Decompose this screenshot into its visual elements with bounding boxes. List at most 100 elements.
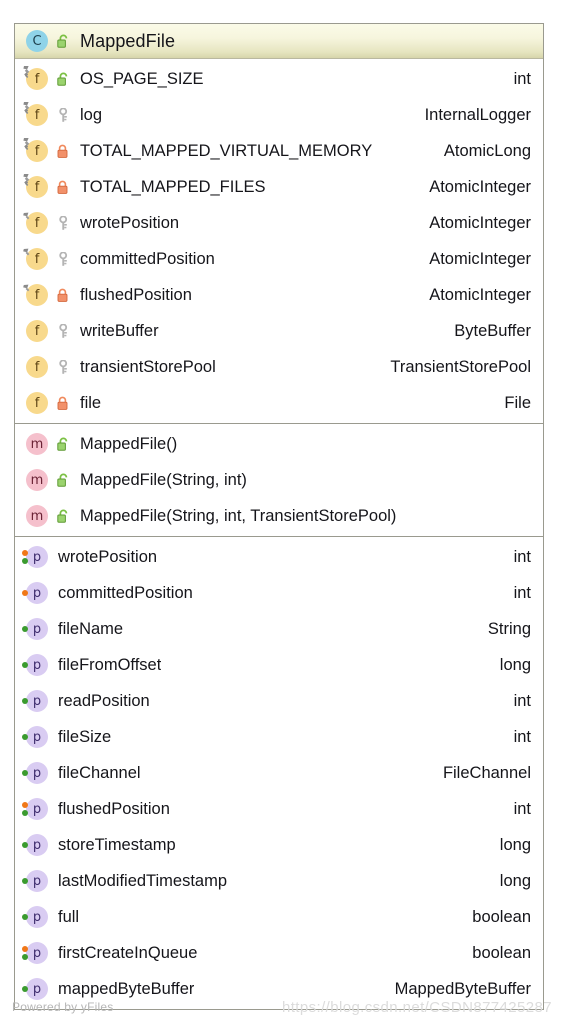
- property-row[interactable]: p readPosition int: [15, 683, 543, 719]
- accessor-dots: [22, 943, 29, 963]
- property-row[interactable]: p full boolean: [15, 899, 543, 935]
- property-row[interactable]: p lastModifiedTimestamp long: [15, 863, 543, 899]
- class-header[interactable]: C MappedFile: [15, 24, 543, 59]
- getter-dot-icon: [22, 770, 28, 776]
- property-type: FileChannel: [442, 763, 531, 782]
- method-row[interactable]: m MappedFile(String, int): [15, 462, 543, 498]
- accessor-dots: [22, 583, 29, 603]
- uml-class-node[interactable]: C MappedFile f OS_PAGE_SIZE int f log Interna…: [14, 23, 544, 1010]
- property-row[interactable]: p committedPosition int: [15, 575, 543, 611]
- property-row[interactable]: p fileFromOffset long: [15, 647, 543, 683]
- properties-compartment: p wrotePosition int p committedPosition int p f…: [15, 536, 543, 1009]
- getter-dot-icon: [22, 810, 28, 816]
- property-name: readPosition: [58, 691, 150, 710]
- property-icon: p: [22, 618, 48, 640]
- property-type: MappedByteBuffer: [394, 979, 531, 998]
- setter-dot-icon: [22, 802, 28, 808]
- member-type: ByteBuffer: [454, 321, 531, 340]
- property-name: flushedPosition: [58, 799, 170, 818]
- property-name: lastModifiedTimestamp: [58, 871, 228, 890]
- accessor-dots: [22, 979, 29, 999]
- accessor-dots: [22, 655, 29, 675]
- field-icon: f: [26, 320, 48, 342]
- field-name: TOTAL_MAPPED_FILES: [80, 177, 266, 196]
- method-row[interactable]: m MappedFile(): [15, 426, 543, 462]
- field-name: flushedPosition: [80, 285, 192, 304]
- property-name: fileFromOffset: [58, 655, 162, 674]
- field-row[interactable]: f writeBuffer ByteBuffer: [15, 313, 543, 349]
- getter-dot-icon: [22, 734, 28, 740]
- field-name: file: [80, 393, 102, 412]
- accessor-dots: [22, 907, 29, 927]
- methods-compartment: m MappedFile() m MappedFile(String, int) m Ma…: [15, 423, 543, 536]
- getter-dot-icon: [22, 914, 28, 920]
- field-row[interactable]: f wrotePosition AtomicInteger: [15, 205, 543, 241]
- field-row[interactable]: f transientStorePool TransientStorePool: [15, 349, 543, 385]
- property-type: int: [513, 583, 531, 602]
- property-row[interactable]: p flushedPosition int: [15, 791, 543, 827]
- field-row[interactable]: f TOTAL_MAPPED_VIRTUAL_MEMORY AtomicLong: [15, 133, 543, 169]
- getter-dot-icon: [22, 698, 28, 704]
- property-name: wrotePosition: [58, 547, 158, 566]
- public-unlocked-padlock-icon: [55, 70, 71, 88]
- public-unlocked-padlock-icon: [55, 435, 71, 453]
- getter-dot-icon: [22, 842, 28, 848]
- public-unlocked-padlock-icon: [55, 507, 71, 525]
- field-row[interactable]: f committedPosition AtomicInteger: [15, 241, 543, 277]
- method-row[interactable]: m MappedFile(String, int, TransientStoreP…: [15, 498, 543, 534]
- setter-dot-icon: [22, 946, 28, 952]
- volatile-field-icon: f: [23, 284, 48, 306]
- public-unlocked-padlock-icon: [55, 471, 71, 489]
- field-row[interactable]: f file File: [15, 385, 543, 421]
- property-type: long: [499, 655, 531, 674]
- property-row[interactable]: p fileChannel FileChannel: [15, 755, 543, 791]
- field-name: transientStorePool: [80, 357, 216, 376]
- accessor-dots: [22, 547, 29, 567]
- property-name: fileName: [58, 619, 124, 638]
- field-row[interactable]: f flushedPosition AtomicInteger: [15, 277, 543, 313]
- fields-compartment: f OS_PAGE_SIZE int f log InternalLogger f TOTAL…: [15, 59, 543, 423]
- setter-dot-icon: [22, 550, 28, 556]
- volatile-field-icon: f: [23, 212, 48, 234]
- property-icon: p: [22, 762, 48, 784]
- property-icon: p: [22, 870, 48, 892]
- property-row[interactable]: p firstCreateInQueue boolean: [15, 935, 543, 971]
- member-type: AtomicInteger: [429, 285, 531, 304]
- property-name: firstCreateInQueue: [58, 943, 198, 962]
- property-type: int: [513, 727, 531, 746]
- property-row[interactable]: p wrotePosition int: [15, 539, 543, 575]
- field-row[interactable]: f log InternalLogger: [15, 97, 543, 133]
- property-type: long: [499, 835, 531, 854]
- field-name: OS_PAGE_SIZE: [80, 69, 204, 88]
- field-name: writeBuffer: [80, 321, 159, 340]
- accessor-dots: [22, 835, 29, 855]
- private-key-icon: [55, 358, 71, 376]
- static-field-icon: f: [23, 174, 48, 198]
- accessor-dots: [22, 619, 29, 639]
- member-type: InternalLogger: [424, 105, 531, 124]
- property-type: boolean: [472, 907, 531, 926]
- member-type: AtomicInteger: [429, 249, 531, 268]
- property-type: int: [513, 691, 531, 710]
- accessor-dots: [22, 763, 29, 783]
- property-row[interactable]: p storeTimestamp long: [15, 827, 543, 863]
- property-type: String: [487, 619, 531, 638]
- member-type: AtomicLong: [443, 141, 531, 160]
- member-type: AtomicInteger: [429, 213, 531, 232]
- method-signature: MappedFile(): [80, 434, 178, 453]
- getter-dot-icon: [22, 878, 28, 884]
- getter-dot-icon: [22, 662, 28, 668]
- property-icon: p: [22, 654, 48, 676]
- field-name: committedPosition: [80, 249, 215, 268]
- class-name: MappedFile: [80, 30, 176, 51]
- property-icon: p: [22, 690, 48, 712]
- field-row[interactable]: f OS_PAGE_SIZE int: [15, 61, 543, 97]
- property-row[interactable]: p fileSize int: [15, 719, 543, 755]
- getter-dot-icon: [22, 954, 28, 960]
- accessor-dots: [22, 691, 29, 711]
- private-key-icon: [55, 322, 71, 340]
- protected-locked-padlock-icon: [55, 394, 71, 412]
- field-row[interactable]: f TOTAL_MAPPED_FILES AtomicInteger: [15, 169, 543, 205]
- property-name: mappedByteBuffer: [58, 979, 195, 998]
- property-row[interactable]: p fileName String: [15, 611, 543, 647]
